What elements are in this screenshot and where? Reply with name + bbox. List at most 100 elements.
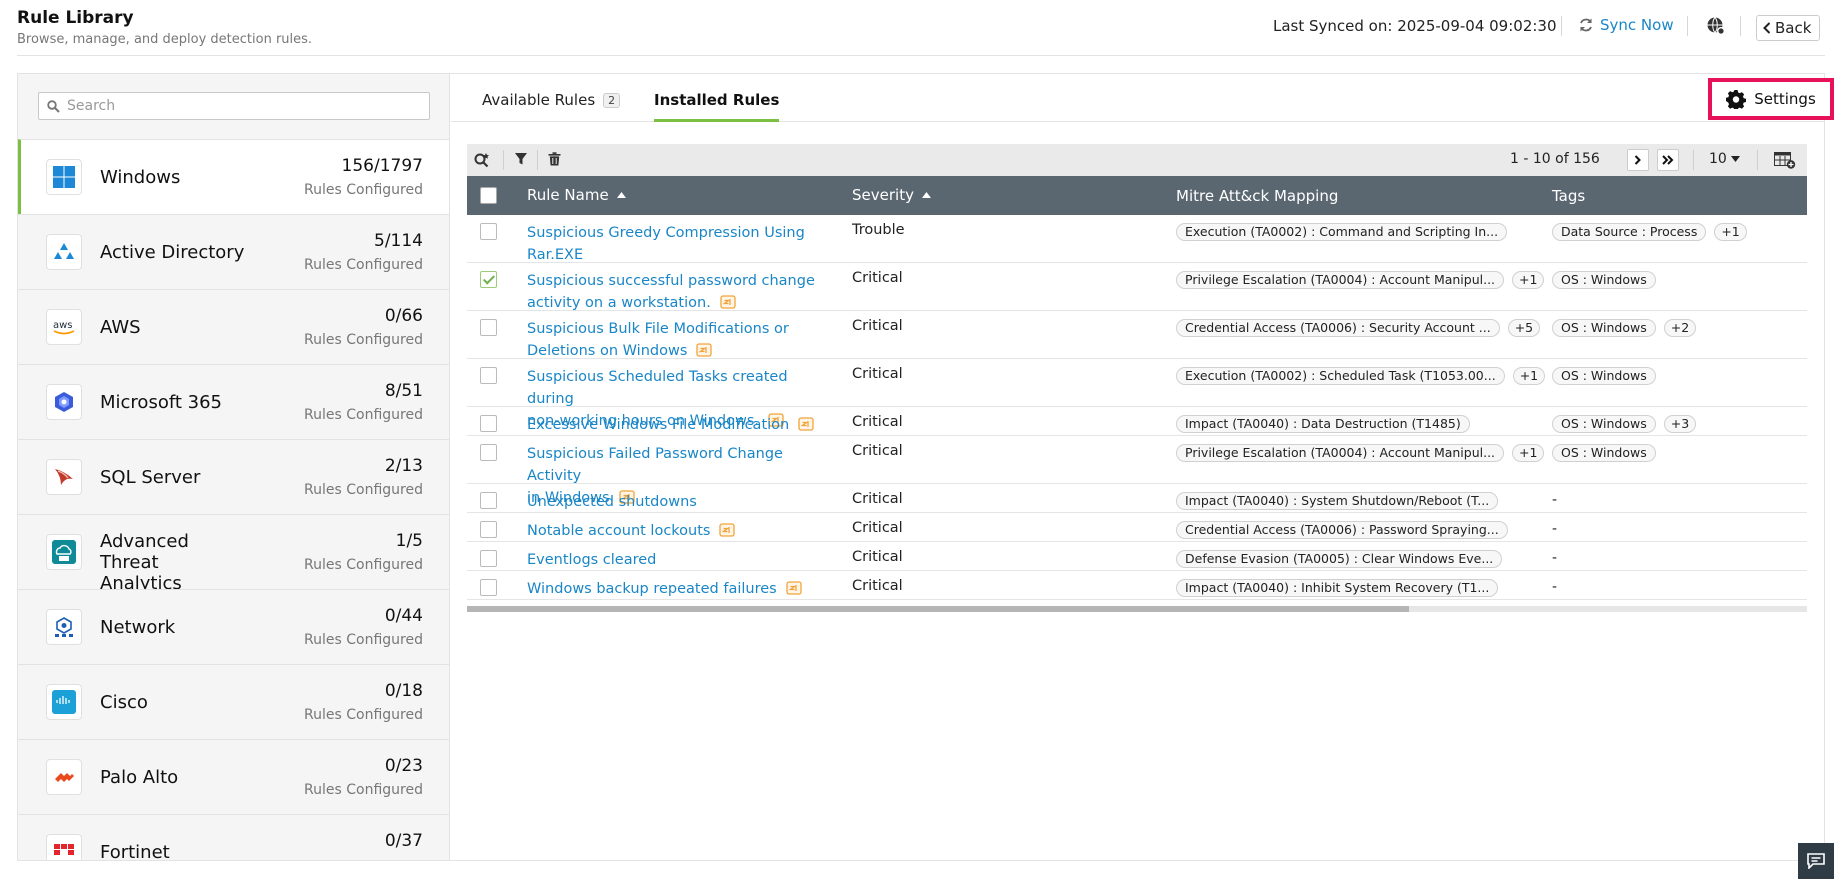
mitre-more-chip[interactable]: +1	[1512, 271, 1545, 289]
mitre-mapping: Impact (TA0040) : System Shutdown/Reboot…	[1176, 492, 1499, 510]
sidebar-item-active-directory[interactable]: Active Directory 5/114 Rules Configured	[18, 214, 449, 289]
mitre-more-chip[interactable]: +5	[1507, 319, 1541, 337]
rule-name-link[interactable]: Unexpected shutdowns	[527, 491, 837, 513]
back-button[interactable]: Back	[1756, 15, 1821, 41]
filter-icon[interactable]	[514, 152, 528, 166]
tag-more-chip[interactable]: +2	[1663, 319, 1697, 337]
next-page-button[interactable]	[1627, 149, 1649, 171]
column-chooser-icon[interactable]	[1774, 152, 1796, 169]
rule-name-link[interactable]: Excessive Windows File Modification	[527, 414, 837, 436]
rule-name-text: Suspicious Failed Password Change Activi…	[527, 446, 783, 484]
last-page-button[interactable]	[1657, 149, 1679, 171]
rule-name-link[interactable]: Suspicious Bulk File Modifications or Del…	[527, 318, 837, 362]
search-input[interactable]	[67, 96, 417, 116]
row-checkbox[interactable]	[480, 444, 497, 461]
mitre-chip[interactable]: Execution (TA0002) : Command and Scripti…	[1176, 223, 1508, 241]
table-row[interactable]: Eventlogs cleared Critical Defense Evasion…	[467, 542, 1807, 571]
sidebar-item-aws[interactable]: aws AWS 0/66 Rules Configured	[18, 289, 449, 364]
row-checkbox[interactable]	[480, 415, 497, 432]
column-header-severity[interactable]: Severity	[852, 186, 931, 204]
table-row[interactable]: Unexpected shutdowns Critical Impact (TA00…	[467, 484, 1807, 513]
rule-name-link[interactable]: Suspicious Greedy Compression Using Rar.E…	[527, 222, 837, 266]
sidebar-item-sql-server[interactable]: SQL Server 2/13 Rules Configured	[18, 439, 449, 514]
sidebar-item-advanced-threat-analytics[interactable]: Advanced Threat Analytics 1/5 Rules Conf…	[18, 514, 449, 594]
mitre-chip[interactable]: Impact (TA0040) : System Shutdown/Reboot…	[1176, 492, 1499, 510]
tag-more-chip[interactable]: +1	[1714, 223, 1747, 241]
row-checkbox[interactable]	[480, 223, 497, 240]
table-row[interactable]: Suspicious Failed Password Change Activi…	[467, 436, 1807, 506]
table-row[interactable]: Suspicious Bulk File Modifications or Del…	[467, 311, 1807, 359]
tab-label: Available Rules	[482, 91, 596, 109]
severity-value: Critical	[852, 443, 903, 459]
tag-chip[interactable]: OS : Windows	[1552, 415, 1656, 433]
mitre-mapping: Impact (TA0040) : Inhibit System Recover…	[1176, 579, 1499, 597]
active-directory-logo-icon	[46, 234, 82, 270]
settings-button[interactable]: Settings	[1708, 78, 1834, 120]
mitre-chip[interactable]: Defense Evasion (TA0005) : Clear Windows…	[1176, 550, 1503, 568]
row-checkbox[interactable]	[480, 579, 497, 596]
rules-configured-label: Rules Configured	[304, 257, 423, 273]
mitre-chip[interactable]: Credential Access (TA0006) : Password Sp…	[1176, 521, 1508, 539]
sidebar-item-windows[interactable]: Windows 156/1797 Rules Configured	[18, 139, 449, 214]
rule-name-link[interactable]: Notable account lockouts	[527, 520, 837, 542]
row-checkbox[interactable]	[480, 319, 497, 336]
column-header-mitre[interactable]: Mitre Att&ck Mapping	[1176, 187, 1338, 205]
mitre-chip[interactable]: Impact (TA0040) : Data Destruction (T148…	[1176, 415, 1470, 433]
sidebar-item-name: Palo Alto	[100, 767, 179, 788]
column-header-tags[interactable]: Tags	[1552, 187, 1585, 205]
rule-name-link[interactable]: Windows backup repeated failures	[527, 578, 837, 600]
globe-settings-icon[interactable]	[1706, 16, 1726, 36]
sidebar-item-microsoft-365[interactable]: Microsoft 365 8/51 Rules Configured	[18, 364, 449, 439]
search-filter-icon[interactable]	[474, 152, 491, 168]
tag-chip[interactable]: OS : Windows	[1552, 271, 1656, 289]
sync-now-button[interactable]: Sync Now	[1578, 16, 1674, 34]
tag-chip[interactable]: Data Source : Process	[1552, 223, 1707, 241]
tag-more-chip[interactable]: +3	[1663, 415, 1697, 433]
tab-available-rules[interactable]: Available Rules 2	[482, 91, 621, 122]
sidebar-item-fortinet[interactable]: Fortinet 0/37	[18, 814, 449, 860]
row-checkbox[interactable]	[480, 492, 497, 509]
tag-chip[interactable]: OS : Windows	[1552, 367, 1656, 385]
sort-asc-icon	[616, 192, 626, 198]
sidebar-item-palo-alto[interactable]: Palo Alto 0/23 Rules Configured	[18, 739, 449, 814]
rules-count: 156/1797	[341, 156, 423, 176]
toolbar-divider	[537, 150, 538, 170]
rules-count: 5/114	[374, 231, 423, 251]
row-checkbox[interactable]	[480, 367, 497, 384]
mitre-more-chip[interactable]: +1	[1512, 367, 1546, 385]
tab-installed-rules[interactable]: Installed Rules	[654, 91, 780, 122]
table-row[interactable]: Notable account lockouts Critical Credenti…	[467, 513, 1807, 542]
mitre-chip[interactable]: Privilege Escalation (TA0004) : Account …	[1176, 271, 1505, 289]
row-checkbox[interactable]	[480, 521, 497, 538]
table-row[interactable]: Excessive Windows File Modification Criti…	[467, 407, 1807, 436]
table-row[interactable]: Suspicious successful password change act…	[467, 263, 1807, 311]
sidebar-item-network[interactable]: Network 0/44 Rules Configured	[18, 589, 449, 664]
mitre-chip[interactable]: Execution (TA0002) : Scheduled Task (T10…	[1176, 367, 1505, 385]
table-row[interactable]: Suspicious Scheduled Tasks created durin…	[467, 359, 1807, 429]
rules-count: 0/66	[384, 306, 423, 326]
source-sidebar: Windows 156/1797 Rules Configured Active…	[18, 74, 450, 860]
rule-name-link[interactable]: Eventlogs cleared	[527, 549, 837, 571]
table-row[interactable]: Suspicious Greedy Compression Using Rar.E…	[467, 215, 1807, 263]
row-checkbox[interactable]	[480, 271, 497, 288]
sidebar-item-name: SQL Server	[100, 467, 201, 488]
tag-chip[interactable]: OS : Windows	[1552, 444, 1656, 462]
column-header-rule-name[interactable]: Rule Name	[527, 186, 626, 204]
horizontal-scrollbar[interactable]	[467, 606, 1807, 612]
chat-button[interactable]	[1798, 843, 1834, 879]
rule-name-link[interactable]: Suspicious successful password change act…	[527, 270, 837, 314]
trash-icon[interactable]	[548, 152, 561, 166]
sidebar-item-cisco[interactable]: Cisco 0/18 Rules Configured	[18, 664, 449, 739]
page-size-select[interactable]: 10	[1709, 151, 1740, 167]
row-checkbox[interactable]	[480, 550, 497, 567]
mitre-chip[interactable]: Impact (TA0040) : Inhibit System Recover…	[1176, 579, 1499, 597]
header-divider	[1687, 16, 1688, 36]
mitre-chip[interactable]: Credential Access (TA0006) : Security Ac…	[1176, 319, 1500, 337]
scrollbar-thumb[interactable]	[467, 606, 1409, 612]
mitre-more-chip[interactable]: +1	[1512, 444, 1545, 462]
column-label: Rule Name	[527, 186, 609, 204]
table-row[interactable]: Windows backup repeated failures Critical…	[467, 571, 1807, 600]
mitre-chip[interactable]: Privilege Escalation (TA0004) : Account …	[1176, 444, 1505, 462]
select-all-checkbox[interactable]	[480, 187, 497, 204]
tag-chip[interactable]: OS : Windows	[1552, 319, 1656, 337]
